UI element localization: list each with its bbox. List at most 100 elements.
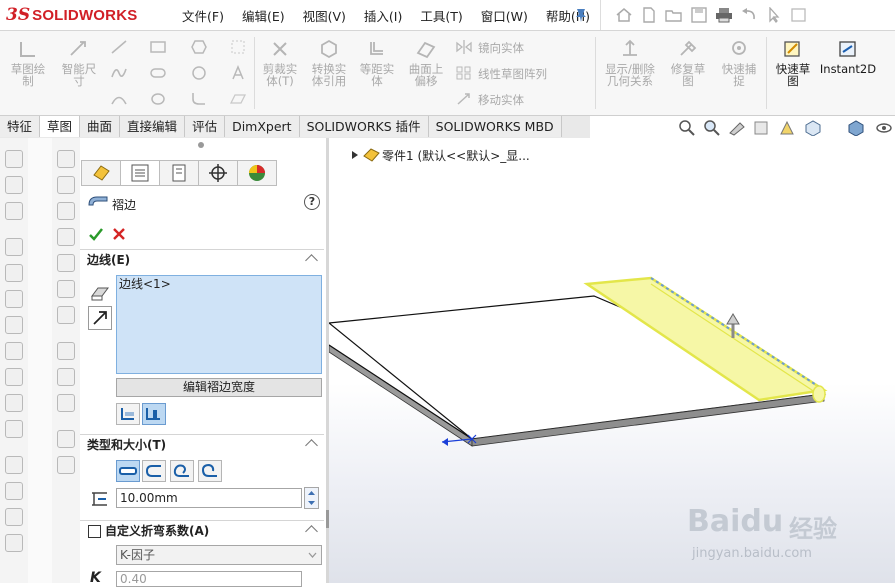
tab-propertymanager[interactable] [120,160,159,186]
zoom-to-fit-icon[interactable] [678,119,696,136]
sheet-metal-tool-icon[interactable] [5,482,23,500]
sheet-metal-tool-icon[interactable] [5,150,23,168]
slot-icon[interactable] [149,65,167,81]
section-custom-bend[interactable]: 自定义折弯系数(A) [80,520,324,541]
sketch-button[interactable]: 草图绘 制 [4,39,52,87]
tab-featuremanager[interactable] [81,160,120,186]
arc-icon[interactable] [110,91,128,107]
feature-tool-icon[interactable] [57,456,75,474]
sheet-metal-tool-icon[interactable] [5,342,23,360]
hide-show-items-icon[interactable] [875,119,893,136]
sheet-metal-tool-icon[interactable] [5,456,23,474]
sheet-metal-tool-icon[interactable] [5,176,23,194]
feature-tool-icon[interactable] [57,342,75,360]
offset-entities-button[interactable]: 等距实 体 [354,39,400,87]
tab-dimxpert[interactable]: DimXpert [225,116,300,137]
hem-closed-button[interactable] [116,460,140,482]
feature-tool-icon[interactable] [57,228,75,246]
k-factor-input[interactable]: 0.40 [116,571,302,587]
collapse-chevron-icon[interactable] [305,525,318,538]
quick-snaps-button[interactable]: 快速捕 捉 [714,39,764,87]
save-icon[interactable] [690,7,708,23]
quick-sketch-button[interactable]: 快速草 图 [768,39,818,87]
zoom-to-area-icon[interactable] [703,119,721,136]
convert-entities-button[interactable]: 转换实 体引用 [304,39,354,87]
section-view-icon[interactable] [753,119,771,136]
print-icon[interactable] [715,7,733,23]
sheet-metal-tool-icon[interactable] [5,290,23,308]
display-style-icon[interactable] [846,119,866,136]
bend-outside-button[interactable] [142,403,166,425]
undo-icon[interactable] [740,7,758,23]
tab-solidworks-mbd[interactable]: SOLIDWORKS MBD [428,116,562,137]
custom-bend-checkbox[interactable] [88,525,101,538]
new-document-icon[interactable] [640,7,658,23]
tab-direct-editing[interactable]: 直接编辑 [120,116,186,137]
offset-on-surface-button[interactable]: 曲面上 偏移 [402,39,450,87]
sheet-metal-tool-icon[interactable] [5,394,23,412]
sheet-metal-tool-icon[interactable] [5,238,23,256]
text-icon[interactable] [229,65,247,81]
feature-tool-icon[interactable] [57,280,75,298]
repair-sketch-button[interactable]: 修复草 图 [664,39,712,87]
move-entities-label[interactable]: 移动实体 [478,92,524,108]
instant2d-button[interactable]: Instant2D [818,39,878,75]
sheet-metal-tool-icon[interactable] [5,264,23,282]
edges-selection-list[interactable]: 边线<1> [116,275,322,374]
sheet-metal-tool-icon[interactable] [5,420,23,438]
menu-view[interactable]: 视图(V) [303,6,346,25]
length-input[interactable]: 10.00mm [116,488,302,508]
tab-features[interactable]: 特征 [0,116,41,137]
sheet-metal-tool-icon[interactable] [5,316,23,334]
tab-solidworks-addins[interactable]: SOLIDWORKS 插件 [299,116,429,137]
previous-view-icon[interactable] [728,119,746,136]
tab-dimxpertmanager[interactable] [198,160,237,186]
menu-window[interactable]: 窗口(W) [481,6,528,25]
circle-icon[interactable] [190,65,208,81]
trim-entities-button[interactable]: 剪裁实 体(T) [256,39,304,87]
tab-configurationmanager[interactable] [159,160,198,186]
smart-dimension-button[interactable]: 智能尺 寸 [54,39,104,87]
menu-edit[interactable]: 编辑(E) [242,6,285,25]
line-icon[interactable] [110,39,128,55]
pin-icon[interactable] [574,7,588,23]
solidworks-logo[interactable]: 3S SOLIDWORKS [6,2,137,28]
collapse-chevron-icon[interactable] [305,254,318,267]
panel-grip[interactable] [198,142,204,148]
feature-tool-icon[interactable] [57,202,75,220]
rectangle-icon[interactable] [149,39,167,55]
hem-rolled-button[interactable] [198,460,222,482]
menu-file[interactable]: 文件(F) [182,6,224,25]
feature-tool-icon[interactable] [57,254,75,272]
feature-tool-icon[interactable] [57,430,75,448]
sheet-metal-tool-icon[interactable] [5,508,23,526]
fillet-icon[interactable] [190,91,208,107]
collapse-chevron-icon[interactable] [305,439,318,452]
edit-hem-width-button[interactable]: 编辑褶边宽度 [116,378,322,397]
feature-tool-icon[interactable] [57,394,75,412]
hem-tear-drop-button[interactable] [170,460,194,482]
sheet-metal-tool-icon[interactable] [5,534,23,552]
mirror-entities-label[interactable]: 镜向实体 [478,40,524,56]
ok-check-icon[interactable] [88,226,104,242]
ellipse-icon[interactable] [149,91,167,107]
view-orientation-icon[interactable] [803,119,823,136]
rebuild-icon[interactable] [790,7,808,23]
reverse-direction-button[interactable] [88,306,112,330]
hem-open-button[interactable] [142,460,166,482]
move-entities-icon[interactable] [455,91,473,107]
cancel-x-icon[interactable] [111,226,127,242]
sheet-metal-tool-icon[interactable] [5,202,23,220]
linear-pattern-label[interactable]: 线性草图阵列 [478,66,547,82]
home-icon[interactable] [615,7,633,23]
spline-icon[interactable] [110,65,128,81]
tab-sketch[interactable]: 草图 [40,116,81,137]
sheet-metal-tool-icon[interactable] [5,368,23,386]
length-spinner[interactable] [304,487,319,509]
open-folder-icon[interactable] [665,7,683,23]
section-type-size[interactable]: 类型和大小(T) [80,434,324,455]
material-inside-button[interactable] [116,403,140,425]
feature-tool-icon[interactable] [57,150,75,168]
bend-type-select[interactable]: K-因子 [116,545,322,565]
tab-displaymanager[interactable] [237,160,277,186]
